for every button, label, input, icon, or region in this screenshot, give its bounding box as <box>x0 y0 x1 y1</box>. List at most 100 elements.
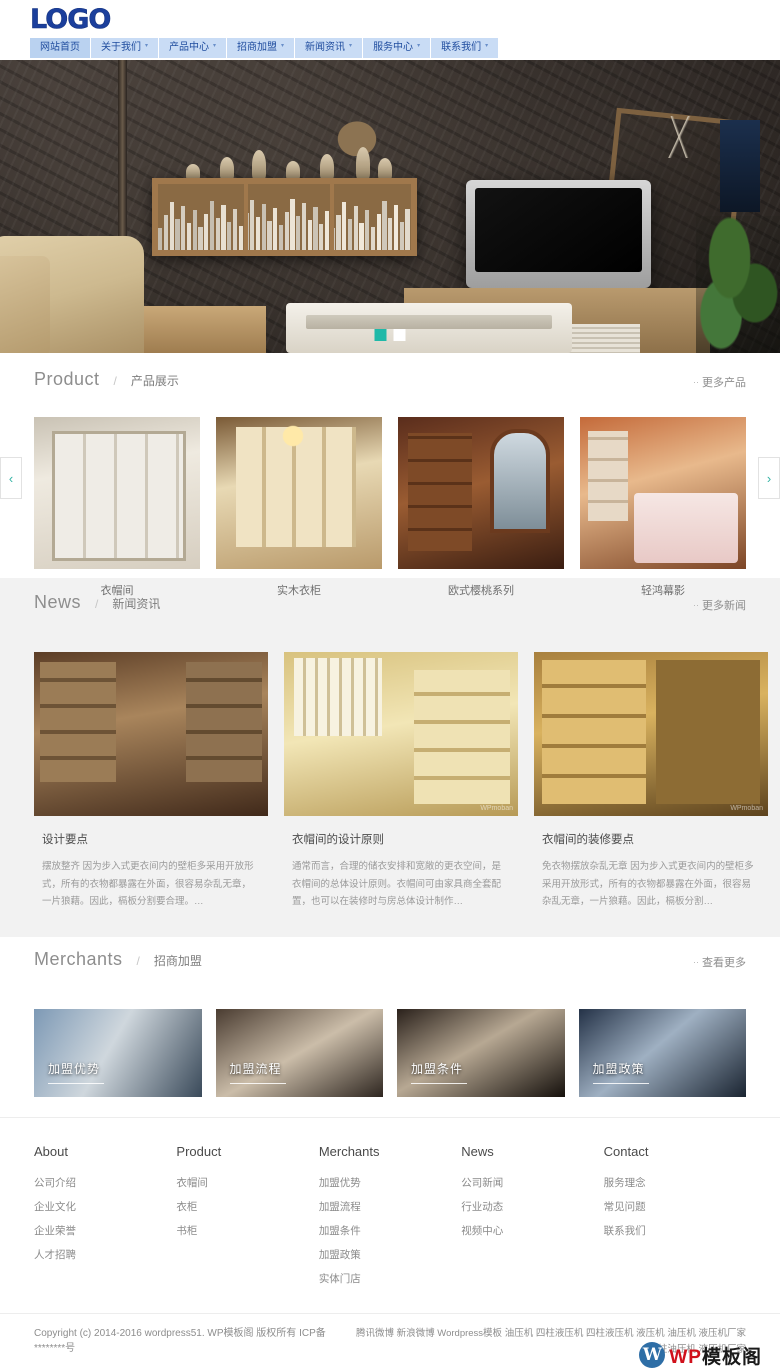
site-header: LOGO 网站首页 关于我们 ▾ 产品中心 ▾ 招商加盟 ▾ 新闻资讯 ▾ 服务中心 ▾ 联系我们 ▾ <box>0 0 780 60</box>
hero-book <box>296 216 301 250</box>
chevron-down-icon: ▾ <box>213 43 217 49</box>
footer-link[interactable]: 联系我们 <box>604 1223 746 1238</box>
footer-link[interactable]: 人才招聘 <box>34 1247 176 1262</box>
bottom-link[interactable]: 油压机 <box>505 1328 534 1339</box>
hero-book <box>307 220 312 250</box>
product-image[interactable] <box>216 417 382 569</box>
news-image-watermark: WPmoban <box>480 805 513 812</box>
product-card[interactable]: 实木衣柜 <box>216 417 382 598</box>
footer-column-title: News <box>461 1143 494 1159</box>
bottom-link[interactable]: 液压机 <box>636 1328 665 1339</box>
footer-link[interactable]: 服务理念 <box>604 1175 746 1190</box>
product-image-art <box>580 417 746 569</box>
footer-link[interactable]: 公司新闻 <box>461 1175 603 1190</box>
footer-link[interactable]: 书柜 <box>176 1223 318 1238</box>
news-title[interactable]: 设计要点 <box>42 831 268 847</box>
merchant-label: 加盟流程 <box>229 1061 282 1076</box>
news-image[interactable]: WPmoban <box>534 652 768 816</box>
merchant-card[interactable]: 加盟政策 <box>578 1008 746 1097</box>
nav-item-5[interactable]: 服务中心 ▾ <box>363 38 432 58</box>
bottom-link[interactable]: 新浪微博 <box>397 1328 435 1339</box>
bottom-link[interactable]: Wordpress模板 <box>437 1328 502 1339</box>
bottom-link[interactable]: 四柱液压机 <box>586 1328 634 1339</box>
merchant-card[interactable]: 加盟优势 <box>34 1008 202 1097</box>
nav-item-label: 新闻资讯 <box>305 42 346 53</box>
footer-column-title: Product <box>176 1143 222 1159</box>
chevron-down-icon: ▾ <box>417 43 421 49</box>
hero-slide-indicator-2[interactable] <box>393 329 406 341</box>
merchant-card[interactable]: 加盟条件 <box>397 1008 565 1097</box>
news-card[interactable]: WPmoban 衣帽间的设计原则 通常而言，合理的储衣安排和宽敞的更衣空间，是衣帽间… <box>284 652 518 911</box>
hero-book <box>215 218 220 250</box>
footer-link[interactable]: 公司介绍 <box>34 1175 176 1190</box>
bottom-link[interactable]: 液压机厂家 <box>698 1328 746 1339</box>
nav-item-1[interactable]: 关于我们 ▾ <box>91 38 160 58</box>
chevron-down-icon: ▾ <box>485 43 489 49</box>
news-title[interactable]: 衣帽间的装修要点 <box>542 831 768 847</box>
wp-watermark: W WP模板阁 <box>639 1342 762 1369</box>
bottom-link[interactable]: 四柱液压机 <box>536 1328 584 1339</box>
wordpress-logo-icon: W <box>639 1342 666 1369</box>
footer-column-product: Product 衣帽间衣柜书柜 <box>176 1144 318 1295</box>
hero-book <box>382 201 387 250</box>
bottom-link[interactable]: 腾讯微博 <box>356 1328 394 1339</box>
footer-link[interactable]: 加盟流程 <box>319 1199 461 1214</box>
hero-slide-indicators[interactable] <box>374 329 406 341</box>
hero-book <box>267 221 272 250</box>
footer-link[interactable]: 加盟政策 <box>319 1247 461 1262</box>
hero-slide-indicator-1[interactable] <box>374 329 387 341</box>
news-image[interactable] <box>34 652 268 816</box>
hero-book <box>284 212 289 250</box>
product-image[interactable] <box>398 417 564 569</box>
footer-link[interactable]: 常见问题 <box>604 1199 746 1214</box>
merchants-list: 加盟优势 加盟流程 加盟条件 加盟政策 <box>0 1008 780 1097</box>
merchants-section-title-cn: 招商加盟 <box>153 953 202 968</box>
dot-lead-icon: ·· <box>693 956 699 967</box>
news-title[interactable]: 衣帽间的设计原则 <box>292 831 518 847</box>
footer-link[interactable]: 行业动态 <box>461 1199 603 1214</box>
product-card[interactable]: 欧式樱桃系列 <box>398 417 564 598</box>
nav-item-6[interactable]: 联系我们 ▾ <box>431 38 500 58</box>
news-image[interactable]: WPmoban <box>284 652 518 816</box>
watermark-cn: 模板阁 <box>701 1346 762 1368</box>
merchants-section-title-en: Merchants <box>34 948 123 969</box>
footer-link[interactable]: 加盟优势 <box>319 1175 461 1190</box>
product-prev-arrow-icon[interactable]: ‹ <box>0 457 22 499</box>
product-image[interactable] <box>34 417 200 569</box>
news-card[interactable]: 设计要点 摆放整齐 因为步入式更衣间内的壁柜多采用开放形式，所有的衣物都暴露在外面… <box>34 652 268 911</box>
hero-ornament <box>320 154 334 180</box>
product-section-header: Product / 产品展示 ·· 更多产品 <box>0 369 780 409</box>
bottom-link[interactable]: 油压机 <box>667 1328 696 1339</box>
merchant-underline <box>411 1082 467 1084</box>
product-next-arrow-icon[interactable]: › <box>758 457 780 499</box>
footer-link[interactable]: 衣柜 <box>176 1199 318 1214</box>
hero-book <box>158 228 163 250</box>
news-more-link[interactable]: ·· 更多新闻 <box>693 597 746 613</box>
product-card[interactable]: 轻鸿幕影 <box>580 417 746 598</box>
footer-link[interactable]: 衣帽间 <box>176 1175 318 1190</box>
nav-item-2[interactable]: 产品中心 ▾ <box>159 38 228 58</box>
hero-book <box>181 206 186 250</box>
hero-book <box>227 222 232 250</box>
hero-book <box>278 225 283 250</box>
footer-link[interactable]: 实体门店 <box>319 1271 461 1286</box>
product-caption: 欧式樱桃系列 <box>448 585 514 597</box>
merchant-card[interactable]: 加盟流程 <box>215 1008 383 1097</box>
product-image[interactable] <box>580 417 746 569</box>
hero-book <box>353 206 358 250</box>
nav-item-0[interactable]: 网站首页 <box>30 38 91 58</box>
merchants-more-link[interactable]: ·· 查看更多 <box>693 954 746 970</box>
hero-book <box>209 201 214 250</box>
product-more-link[interactable]: ·· 更多产品 <box>693 374 746 390</box>
footer-link[interactable]: 企业文化 <box>34 1199 176 1214</box>
nav-item-4[interactable]: 新闻资讯 ▾ <box>295 38 364 58</box>
footer-link[interactable]: 加盟条件 <box>319 1223 461 1238</box>
nav-item-3[interactable]: 招商加盟 ▾ <box>227 38 296 58</box>
news-card[interactable]: WPmoban 衣帽间的装修要点 免衣物摆放杂乱无章 因为步入式更衣间内的壁柜多采用… <box>534 652 768 911</box>
hero-banner[interactable] <box>0 60 780 353</box>
product-caption: 轻鸿幕影 <box>641 585 685 597</box>
product-card[interactable]: 衣帽间 <box>34 417 200 598</box>
site-logo[interactable]: LOGO <box>30 4 112 36</box>
footer-link[interactable]: 视频中心 <box>461 1223 603 1238</box>
footer-link[interactable]: 企业荣誉 <box>34 1223 176 1238</box>
